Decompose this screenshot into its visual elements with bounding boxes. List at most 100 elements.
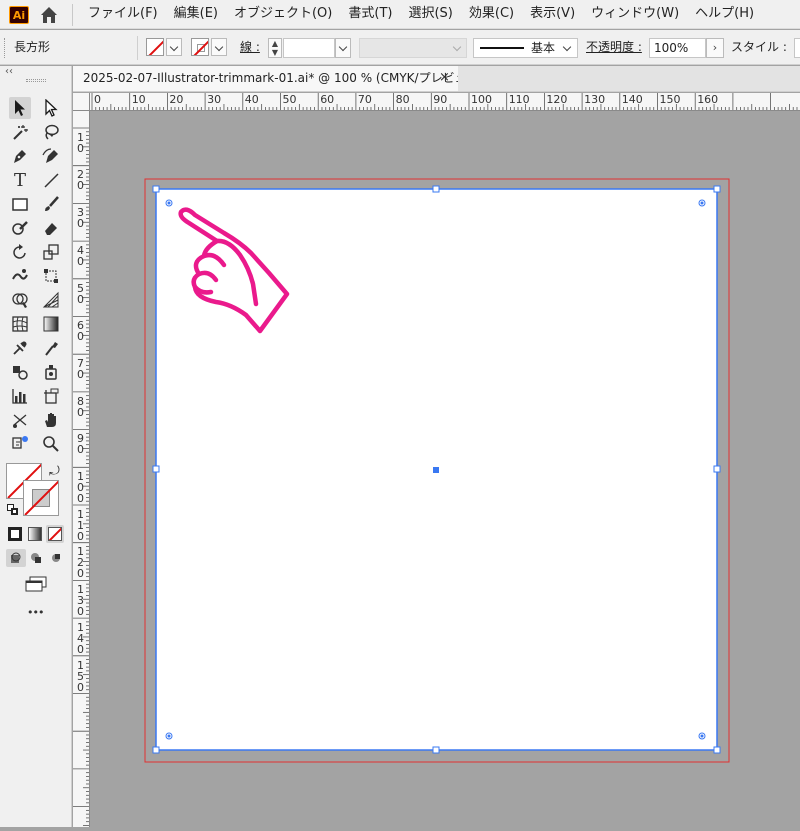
menu-bar: Ai ファイル(F) 編集(E) オブジェクト(O) 書式(T) 選択(S) 効… — [0, 0, 800, 29]
stroke-weight-stepper[interactable]: ▲ ▼ — [268, 38, 282, 58]
gradient-mode-icon[interactable] — [28, 527, 42, 541]
symbol-sprayer-icon[interactable] — [40, 361, 62, 383]
collapse-panel-icon[interactable]: ‹‹ — [5, 66, 13, 77]
ruler-label: 1 5 0 — [77, 658, 84, 694]
gradient-icon[interactable] — [40, 313, 62, 335]
blend-icon[interactable] — [9, 361, 31, 383]
shaper-tool-icon[interactable] — [9, 217, 31, 239]
stroke-weight-label: 線 : — [240, 40, 260, 54]
handle-bottom-center — [432, 746, 440, 754]
default-colors-icon[interactable] — [7, 504, 18, 515]
eraser-icon[interactable] — [40, 217, 62, 239]
menu-select[interactable]: 選択(S) — [400, 0, 460, 29]
ruler-label: 150 — [659, 93, 681, 106]
selection-tool-icon[interactable] — [9, 97, 31, 119]
opacity-label[interactable]: 不透明度 : — [586, 30, 642, 65]
chevron-down-icon — [338, 42, 348, 52]
ruler-origin[interactable] — [73, 93, 90, 111]
ruler-label: 30 — [207, 93, 222, 106]
stroke-weight-field[interactable] — [283, 38, 335, 58]
color-mode-icon[interactable] — [8, 527, 22, 541]
vertical-ruler[interactable]: 1 0 2 0 3 0 4 0 5 0 6 0 7 0 8 0 9 0 1 0 0 1 1 0 1 2… — [73, 111, 90, 827]
screen-mode-icon[interactable] — [24, 576, 48, 592]
scale-icon[interactable] — [40, 241, 62, 263]
ruler-label: 140 — [621, 93, 643, 106]
menu-effect[interactable]: 効果(C) — [461, 0, 522, 29]
edit-toolbar-button[interactable]: ••• — [27, 606, 44, 619]
close-icon[interactable]: × — [439, 66, 450, 90]
menu-window[interactable]: ウィンドウ(W) — [583, 0, 687, 29]
pen-tool-icon[interactable] — [9, 145, 31, 167]
magic-wand-icon[interactable] — [9, 121, 31, 143]
horizontal-ruler[interactable]: 0 10 20 30 40 50 60 70 80 90 100 110 120 130 140 150 160 — [90, 93, 800, 111]
opacity-field[interactable]: 100% — [649, 38, 706, 58]
fill-swatch[interactable] — [146, 38, 164, 56]
menu-items: ファイル(F) 編集(E) オブジェクト(O) 書式(T) 選択(S) 効果(C… — [80, 0, 762, 29]
mesh-icon[interactable] — [9, 313, 31, 335]
warp-icon[interactable] — [9, 265, 31, 287]
zoom-tool-icon[interactable] — [40, 433, 62, 455]
handle-middle-right — [713, 465, 721, 473]
type-tool-icon[interactable]: T — [9, 169, 31, 191]
rotate-icon[interactable] — [9, 241, 31, 263]
menu-view[interactable]: 表示(V) — [522, 0, 583, 29]
home-icon[interactable] — [38, 4, 60, 26]
ruler-label: 8 0 — [77, 394, 84, 419]
stroke-dropdown[interactable] — [211, 38, 227, 56]
line-tool-icon[interactable] — [40, 169, 62, 191]
stroke-profile-dropdown[interactable]: 基本 — [473, 38, 578, 58]
ruler-label: 1 2 0 — [77, 545, 84, 581]
control-separator — [137, 36, 138, 60]
eyedropper-icon[interactable] — [9, 337, 31, 359]
opacity-expand-button[interactable]: › — [706, 38, 724, 58]
menu-help[interactable]: ヘルプ(H) — [687, 0, 762, 29]
direct-selection-tool-icon[interactable] — [40, 97, 62, 119]
hand-tool-icon[interactable] — [40, 409, 62, 431]
document-tab[interactable]: 2025-02-07-Illustrator-trimmark-01.ai* @… — [73, 66, 483, 92]
scissors-icon[interactable] — [9, 409, 31, 431]
stroke-weight-dropdown[interactable] — [335, 38, 351, 58]
default-stroke-square — [11, 508, 18, 515]
menu-object[interactable]: オブジェクト(O) — [226, 0, 340, 29]
measure-icon[interactable] — [40, 337, 62, 359]
ruler-label: 1 4 0 — [77, 620, 84, 656]
none-mode-icon[interactable] — [46, 525, 64, 543]
paintbrush-icon[interactable] — [40, 193, 62, 215]
draw-inside-icon[interactable] — [47, 549, 65, 567]
ruler-label: 1 3 0 — [77, 583, 84, 619]
style-swatch[interactable] — [794, 38, 800, 58]
ruler-label: 70 — [357, 93, 372, 106]
ruler-label: 160 — [697, 93, 719, 106]
canvas-area[interactable] — [91, 112, 800, 827]
rectangle-tool-icon[interactable] — [9, 193, 31, 215]
curvature-tool-icon[interactable] — [40, 145, 62, 167]
ruler-label: 2 0 — [77, 168, 84, 193]
stroke-color-swatch[interactable] — [23, 480, 59, 516]
chevron-down-icon — [169, 42, 179, 52]
lasso-icon[interactable] — [40, 121, 62, 143]
column-graph-icon[interactable] — [9, 385, 31, 407]
stroke-swatch[interactable] — [191, 38, 209, 56]
ruler-label: 50 — [282, 93, 297, 106]
menu-separator — [72, 4, 73, 26]
none-slash — [24, 481, 58, 515]
ruler-label: 5 0 — [77, 281, 84, 306]
draw-normal-icon[interactable] — [6, 549, 26, 567]
control-bar: 長方形 線 : ▲ ▼ 基本 不透明度 : 100% › スタイル : — [0, 30, 800, 65]
stroke-profile-label: 基本 — [531, 41, 556, 55]
ruler-label: 3 0 — [77, 206, 84, 231]
swap-colors-icon[interactable]: ⤾ — [49, 464, 60, 479]
menu-file[interactable]: ファイル(F) — [80, 0, 166, 29]
ruler-label: 90 — [433, 93, 448, 106]
shape-builder-icon[interactable] — [9, 289, 31, 311]
ruler-label: 80 — [395, 93, 410, 106]
draw-behind-icon[interactable] — [27, 549, 45, 567]
perspective-grid-icon[interactable] — [40, 289, 62, 311]
artboard-tool-icon[interactable] — [40, 385, 62, 407]
panel-grip[interactable] — [26, 79, 46, 82]
free-transform-icon[interactable] — [40, 265, 62, 287]
menu-edit[interactable]: 編集(E) — [166, 0, 226, 29]
fill-dropdown[interactable] — [166, 38, 182, 56]
artboard-options-icon[interactable] — [9, 433, 31, 455]
menu-type[interactable]: 書式(T) — [340, 0, 400, 29]
